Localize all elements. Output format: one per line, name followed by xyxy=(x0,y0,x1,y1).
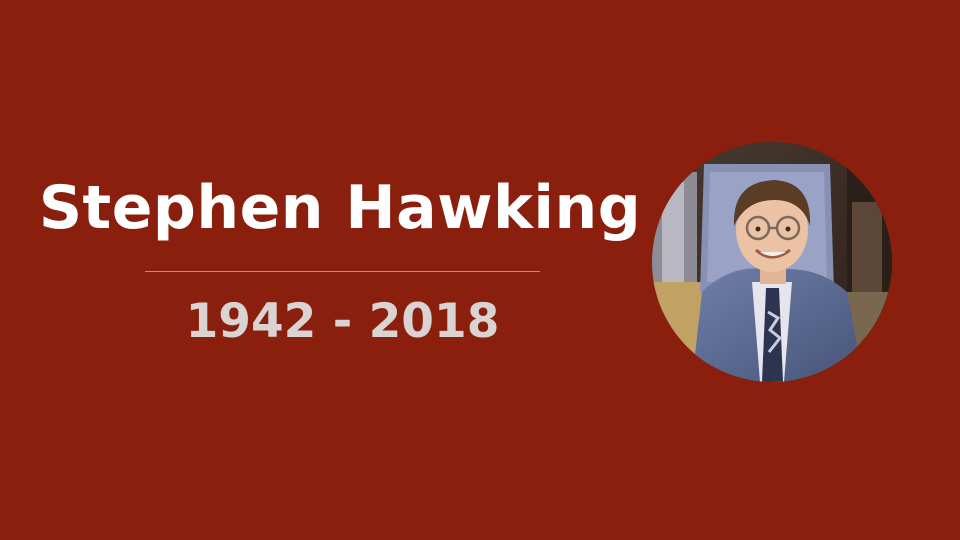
slide-title: Stephen Hawking xyxy=(38,173,642,243)
slide: Stephen Hawking 1942 - 2018 xyxy=(0,0,960,540)
slide-years: 1942 - 2018 xyxy=(185,294,500,349)
portrait-photo xyxy=(652,142,892,382)
title-divider xyxy=(145,271,540,272)
portrait-photo-icon xyxy=(652,142,892,382)
